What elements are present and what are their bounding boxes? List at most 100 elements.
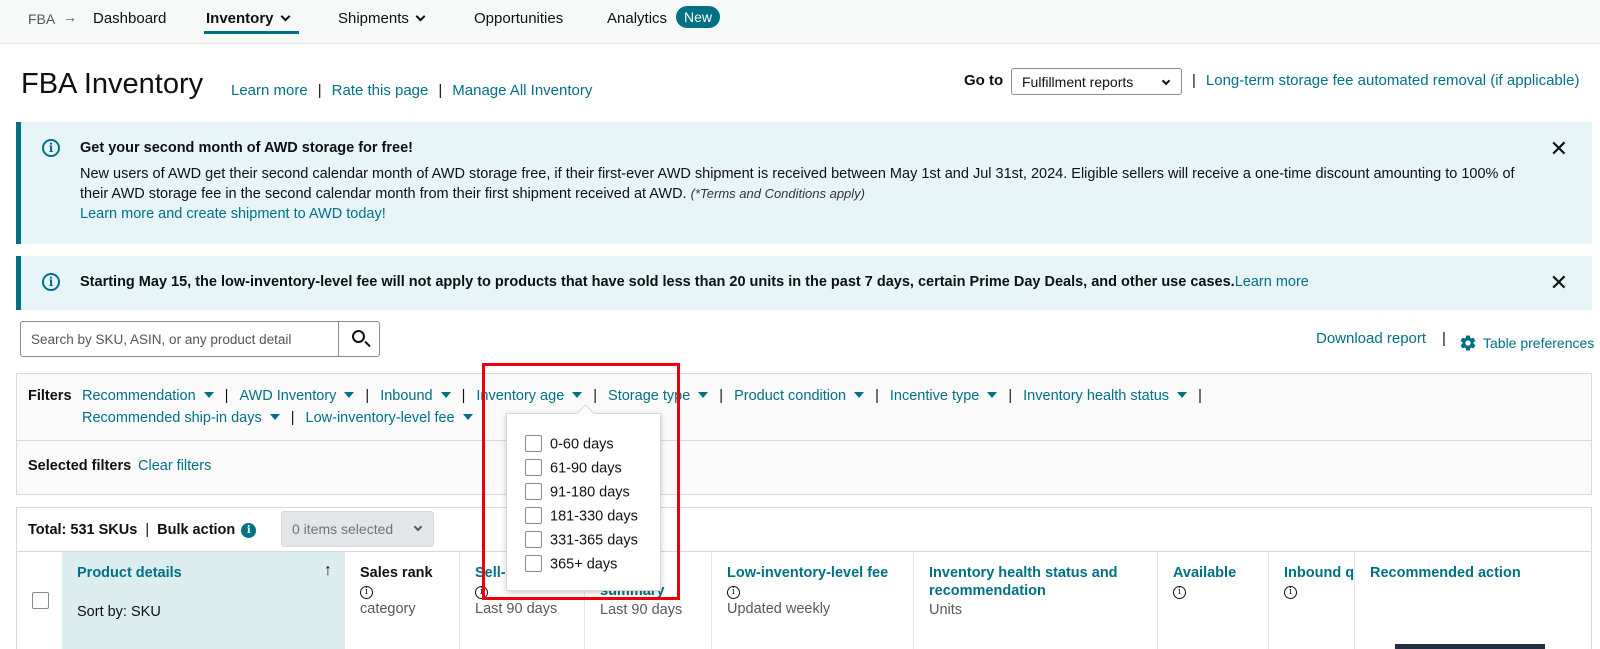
goto-label: Go to (964, 72, 1004, 89)
option-331-365-days[interactable]: 331-365 days (525, 531, 638, 549)
table-header: Product details ↑ Sort by: SKU Sales ran… (17, 551, 1591, 649)
ltsf-removal-link[interactable]: Long-term storage fee automated removal … (1206, 72, 1580, 89)
caret-down-icon (269, 414, 280, 420)
clear-filters-link[interactable]: Clear filters (138, 458, 211, 474)
close-icon[interactable]: ✕ (1550, 136, 1568, 162)
filter-awd-inventory[interactable]: AWD Inventory (239, 388, 355, 404)
search-icon (352, 330, 365, 343)
alert-title: Get your second month of AWD storage for… (80, 140, 413, 156)
checkbox[interactable] (525, 483, 542, 500)
awd-shipment-link[interactable]: Learn more and create shipment to AWD to… (80, 206, 386, 222)
info-icon[interactable]: i (1284, 586, 1297, 599)
filter-incentive-type[interactable]: Incentive type (890, 388, 998, 404)
table-preferences-link[interactable]: Table preferences (1459, 330, 1594, 351)
inventory-age-dropdown: 0-60 days 61-90 days 91-180 days 181-330… (506, 413, 661, 591)
caret-down-icon (462, 414, 473, 420)
option-61-90-days[interactable]: 61-90 days (525, 459, 622, 477)
col-recommended-action[interactable]: Recommended action (1354, 552, 1591, 649)
search-button[interactable] (338, 321, 380, 357)
close-icon[interactable]: ✕ (1550, 270, 1568, 296)
top-nav: FBA → Dashboard Inventory Shipments Oppo… (0, 0, 1600, 44)
caret-down-icon (440, 392, 451, 398)
col-product-details[interactable]: Product details ↑ Sort by: SKU (62, 552, 344, 649)
nav-shipments[interactable]: Shipments (338, 10, 426, 27)
checkbox[interactable] (525, 531, 542, 548)
total-skus: Total: 531 SKUs | Bulk action i (28, 522, 257, 539)
fee-alert: i Starting May 15, the low-inventory-lev… (16, 256, 1592, 310)
page-title: FBA Inventory (21, 68, 204, 100)
info-icon[interactable]: i (1173, 586, 1186, 599)
caret-down-icon (987, 392, 998, 398)
info-icon[interactable]: i (475, 586, 488, 599)
option-91-180-days[interactable]: 91-180 days (525, 483, 630, 501)
select-all-checkbox[interactable] (32, 592, 49, 609)
filter-inventory-age[interactable]: Inventory age (476, 388, 583, 404)
fee-learn-more-link[interactable]: Learn more (1235, 274, 1309, 290)
nav-inventory[interactable]: Inventory (206, 10, 290, 27)
sort-by-label: Sort by: SKU (77, 604, 161, 620)
breadcrumb-fba[interactable]: FBA (28, 11, 55, 27)
ltsf-link-wrap: | Long-term storage fee automated removal… (1192, 72, 1580, 89)
checkbox[interactable] (525, 555, 542, 572)
filter-product-condition[interactable]: Product condition (734, 388, 865, 404)
checkbox[interactable] (525, 435, 542, 452)
checkbox[interactable] (525, 507, 542, 524)
caret-down-icon (344, 392, 355, 398)
nav-analytics[interactable]: Analytics (607, 10, 667, 27)
inventory-table: Total: 531 SKUs | Bulk action i 0 items sel… (16, 507, 1592, 649)
col-low-inventory-fee[interactable]: Low-inventory-level fee i Updated weekly (711, 552, 913, 649)
filter-storage-type[interactable]: Storage type (608, 388, 709, 404)
terms-note: (*Terms and Conditions apply) (690, 186, 866, 201)
breadcrumb-arrow-icon: → (63, 9, 77, 25)
filter-low-inventory-fee[interactable]: Low-inventory-level fee (306, 410, 473, 426)
info-icon: i (42, 273, 60, 291)
filter-inbound[interactable]: Inbound (380, 388, 451, 404)
caret-down-icon (854, 392, 865, 398)
col-available[interactable]: Available i (1157, 552, 1268, 649)
col-inbound-quantity[interactable]: Inbound q i (1268, 552, 1354, 649)
alert-body: New users of AWD get their second calend… (80, 166, 1515, 202)
option-0-60-days[interactable]: 0-60 days (525, 435, 614, 453)
awd-promo-alert: i Get your second month of AWD storage f… (16, 122, 1592, 244)
filters-panel: Filters Recommendation | AWD Inventory | Inb… (16, 373, 1592, 495)
info-icon[interactable]: i (727, 586, 740, 599)
learn-more-link[interactable]: Learn more (231, 82, 308, 99)
checkbox[interactable] (525, 459, 542, 476)
info-icon[interactable]: i (360, 586, 373, 599)
fee-alert-text: Starting May 15, the low-inventory-level… (80, 274, 1309, 290)
info-icon: i (42, 139, 60, 157)
chevron-down-icon (413, 522, 423, 532)
info-icon[interactable]: i (241, 523, 257, 538)
nav-active-indicator (204, 31, 299, 34)
manage-inventory-link[interactable]: Manage All Inventory (452, 82, 592, 99)
row-action-button[interactable] (1395, 644, 1545, 649)
col-inventory-health[interactable]: Inventory health status and recommendati… (913, 552, 1157, 649)
caret-down-icon (1177, 392, 1188, 398)
option-181-330-days[interactable]: 181-330 days (525, 507, 638, 525)
gear-icon (1460, 335, 1476, 351)
chevron-down-icon (280, 11, 290, 22)
download-report-link[interactable]: Download report (1316, 330, 1426, 347)
chevron-down-icon (1161, 76, 1171, 86)
selected-filters-label: Selected filters (28, 458, 132, 474)
filter-inventory-health[interactable]: Inventory health status (1023, 388, 1188, 404)
nav-opportunities[interactable]: Opportunities (474, 10, 563, 27)
filter-row-2: Recommended ship-in days | Low-inventory-l… (82, 410, 473, 426)
new-badge: New (676, 6, 721, 28)
caret-down-icon (698, 392, 709, 398)
filter-ship-in-days[interactable]: Recommended ship-in days (82, 410, 280, 426)
col-sales-rank[interactable]: Sales rank i category (344, 552, 459, 649)
chevron-down-icon (415, 11, 426, 22)
rate-page-link[interactable]: Rate this page (332, 82, 429, 99)
header-links: Learn more | Rate this page | Manage All Inv… (231, 82, 593, 99)
bulk-action-select[interactable]: 0 items selected (281, 511, 434, 547)
filter-row-1: Recommendation | AWD Inventory | Inbound | Inv… (82, 388, 1202, 404)
bulk-action-label: Bulk action (157, 522, 236, 538)
filters-label: Filters (28, 388, 72, 404)
sort-up-arrow-icon[interactable]: ↑ (324, 562, 332, 580)
option-365-plus-days[interactable]: 365+ days (525, 555, 617, 573)
search-input[interactable] (20, 321, 339, 357)
filter-recommendation[interactable]: Recommendation (82, 388, 214, 404)
nav-dashboard[interactable]: Dashboard (93, 10, 166, 27)
fulfillment-reports-select[interactable]: Fulfillment reports (1011, 68, 1182, 95)
